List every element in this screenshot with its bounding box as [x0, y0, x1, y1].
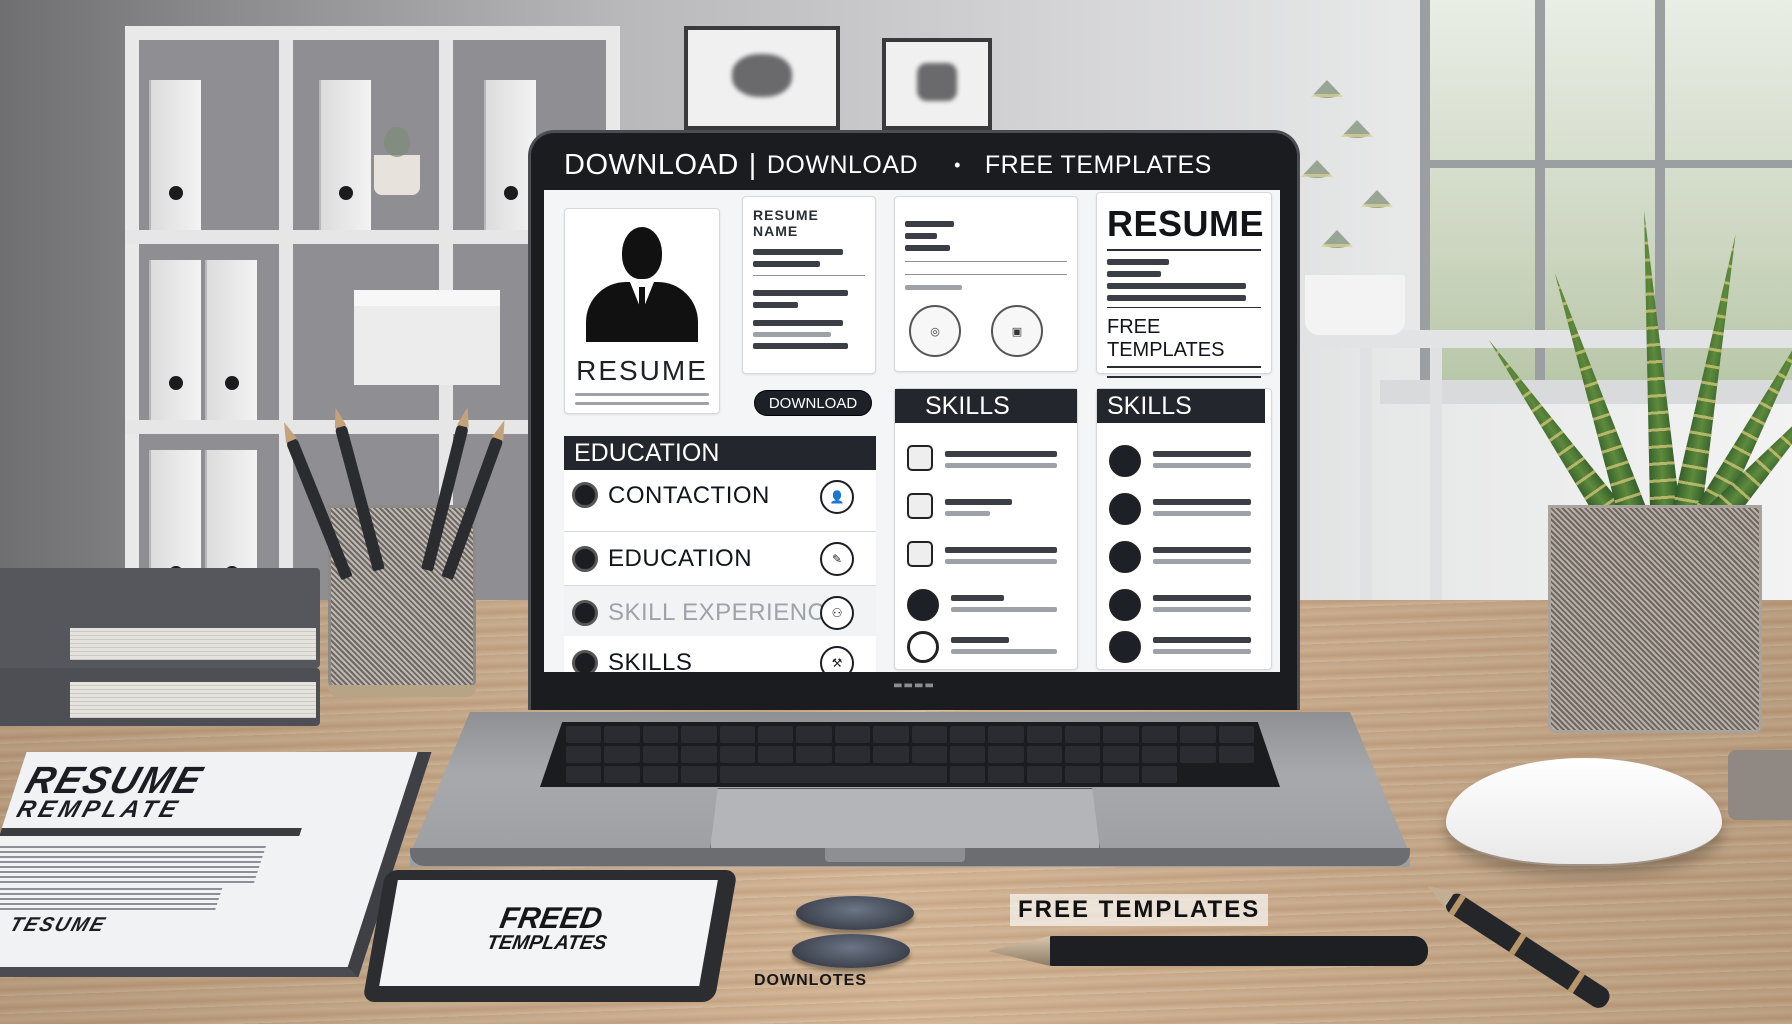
disc-label: DOWNLOTES [754, 972, 867, 989]
monitor-icon [907, 445, 933, 471]
laptop-trackpad[interactable] [710, 788, 1100, 850]
resume-free-templates-card[interactable]: RESUME FREE TEMPLATES [1096, 192, 1272, 378]
list-item-skills[interactable]: SKILLS ⚒ [564, 636, 876, 672]
document-icon [907, 493, 933, 519]
resume-heading: RESUME [1107, 203, 1265, 244]
lock-icon [1109, 493, 1141, 525]
list-item-contaction[interactable]: CONTACTION 👤 [564, 470, 876, 532]
education-section-header: EDUCATION [564, 436, 876, 470]
background-plant-pot [1305, 275, 1405, 335]
book-footer-label: TESUME [6, 914, 110, 936]
resume-template-card[interactable]: RESUME [564, 208, 720, 414]
header-separator: | [748, 148, 757, 181]
binder [205, 260, 257, 420]
heart-icon [907, 631, 939, 663]
skills-panel-2: SKILLS [1096, 388, 1272, 670]
free-templates-label[interactable]: FREE TEMPLATES [1107, 316, 1261, 362]
skill-row[interactable] [1109, 445, 1271, 477]
skill-row[interactable] [907, 445, 1077, 475]
laptop-keyboard [540, 722, 1280, 787]
certificate-badge-icon: ▣ [991, 305, 1043, 357]
skills-section-header: SKILLS [895, 389, 1077, 423]
certificates-card[interactable]: ◎ ▣ [894, 196, 1078, 372]
education-icon [572, 545, 598, 572]
binder [149, 260, 201, 420]
download-button[interactable]: DOWNLOAD [754, 390, 872, 416]
desk-free-templates-caption: FREE TEMPLATES [1010, 894, 1269, 926]
laptop-notch [825, 848, 965, 862]
list-item-education[interactable]: EDUCATION ✎ [564, 532, 876, 586]
skill-row[interactable] [907, 631, 1077, 663]
header-free-templates-link[interactable]: FREE TEMPLATES [985, 151, 1212, 180]
tablet: FREED TEMPLATES [362, 870, 738, 1002]
skill-row[interactable] [907, 541, 1077, 571]
skill-row[interactable] [907, 493, 1077, 523]
plant-pot [1548, 505, 1762, 733]
desk-device-edge [1728, 750, 1792, 820]
laptop-screen: RESUME RESUME NAME DOWNLOAD EDUCATION CO… [544, 190, 1280, 672]
binder [319, 80, 371, 230]
download-disc-icon [796, 896, 914, 930]
user-icon[interactable]: 👤 [820, 480, 854, 514]
resume-name-title: RESUME NAME [753, 207, 819, 239]
skill-row[interactable] [907, 589, 1077, 621]
binder [149, 80, 201, 230]
header-bullet: • [954, 154, 961, 175]
skills-section-header: SKILLS [1097, 389, 1265, 423]
skill-row[interactable] [1109, 589, 1271, 621]
star-icon [1109, 631, 1141, 663]
award-badge-icon: ◎ [909, 305, 961, 357]
experience-icon [572, 599, 598, 626]
resume-template-book: RESUME REMPLATE TESUME [0, 752, 432, 992]
window [1380, 0, 1792, 404]
screen-header: DOWNLOAD | DOWNLOAD • FREE TEMPLATES [544, 142, 1280, 188]
image-icon [907, 541, 933, 567]
briefcase-icon [1109, 445, 1141, 477]
pencil-cup [285, 423, 504, 697]
header-download-link[interactable]: DOWNLOAD [564, 149, 739, 182]
laptop-brand-logo: ▬▬▬▬ [893, 680, 935, 691]
download-disc-icon [792, 934, 910, 968]
background-plant [1300, 40, 1410, 300]
wall-picture-frame [882, 38, 992, 130]
tools-icon [907, 589, 939, 621]
play-icon [1109, 541, 1141, 573]
tools-icon[interactable]: ⚒ [820, 646, 854, 672]
shelf-plant [374, 127, 420, 195]
header-download-link-secondary[interactable]: DOWNLOAD [767, 151, 918, 180]
skills-icon [572, 650, 598, 672]
people-icon[interactable]: ⚇ [820, 596, 854, 630]
tablet-title: FREED [497, 902, 605, 935]
book-stack [0, 568, 320, 748]
contact-icon [572, 482, 598, 508]
wall-picture-frame [684, 26, 840, 130]
share-icon [1109, 589, 1141, 621]
tablet-subtitle: TEMPLATES [484, 932, 609, 954]
resume-card-title: RESUME [576, 355, 708, 386]
skills-panel-1: SKILLS [894, 388, 1078, 670]
book-icon[interactable]: ✎ [820, 542, 854, 576]
book-subtitle: REMPLATE [13, 796, 185, 823]
resume-info-card[interactable]: RESUME NAME [742, 196, 876, 374]
list-item-skill-experience[interactable]: SKILL EXPERIENCE ⚇ [564, 586, 876, 640]
skill-row[interactable] [1109, 493, 1271, 525]
person-silhouette-icon [586, 227, 698, 345]
stylus-pen [1048, 936, 1428, 966]
storage-box [354, 290, 500, 385]
skill-row[interactable] [1109, 541, 1271, 573]
skill-row[interactable] [1109, 631, 1271, 663]
